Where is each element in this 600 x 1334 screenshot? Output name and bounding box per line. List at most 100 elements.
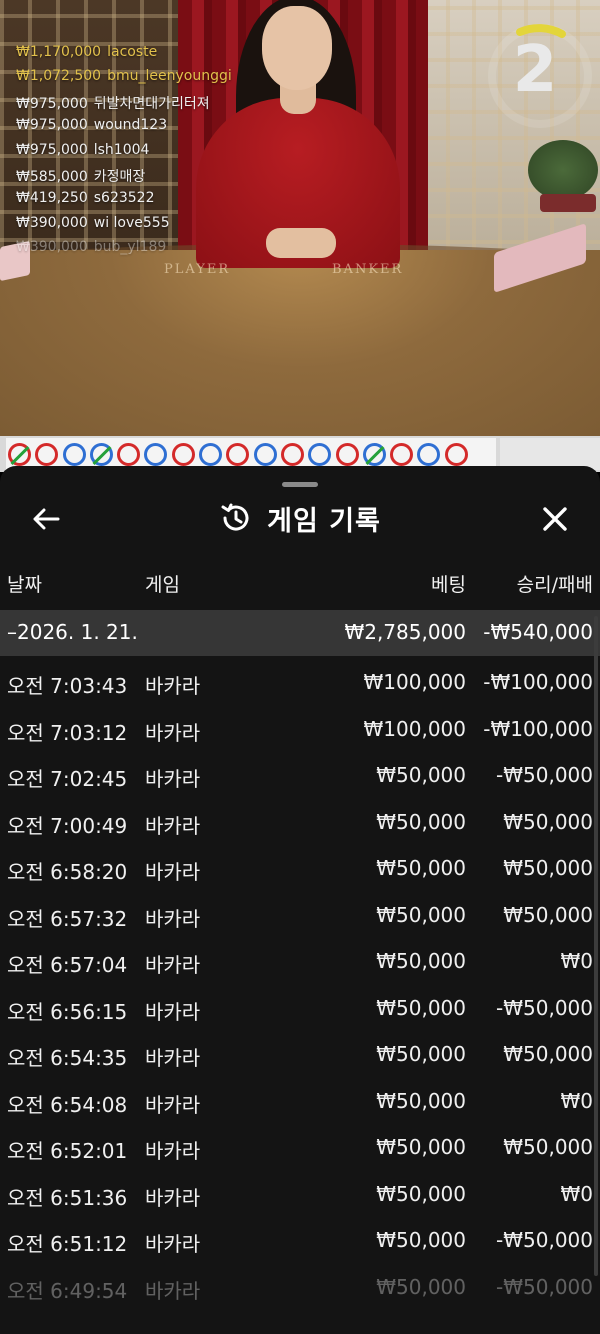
- bet-amount: ₩1,170,000: [16, 44, 102, 60]
- bet-feed-item: ₩1,072,500 bmu_leenyounggi: [16, 68, 232, 92]
- table-row[interactable]: 오전 6:58:20 바카라 ₩50,000 ₩50,000: [0, 846, 600, 893]
- bet-amount: ₩1,072,500: [16, 68, 102, 85]
- row-result: ₩0: [560, 1181, 594, 1206]
- row-bet: ₩50,000: [376, 1274, 466, 1299]
- row-game: 바카라: [145, 813, 201, 838]
- player-bead: [417, 442, 441, 466]
- table-row[interactable]: 오전 6:51:12 바카라 ₩50,000 -₩50,000: [0, 1218, 600, 1265]
- row-time: 오전 6:54:35: [7, 1046, 128, 1070]
- row-game: 바카라: [145, 906, 201, 931]
- page-title: 게임 기록: [267, 505, 381, 537]
- row-bet: ₩50,000: [376, 1042, 466, 1066]
- summary-result-total: -₩540,000: [483, 620, 593, 644]
- bet-feed-item: ₩975,000 lsh1004: [16, 142, 232, 166]
- bonsai-plant: [528, 140, 598, 200]
- drag-handle[interactable]: [282, 482, 318, 487]
- row-game: 바카라: [145, 1185, 201, 1210]
- close-button[interactable]: [536, 500, 574, 538]
- bet-amount: ₩975,000: [16, 117, 88, 134]
- column-header-bet[interactable]: 베팅: [431, 570, 466, 597]
- row-time: 오전 6:51:12: [7, 1232, 128, 1256]
- bet-amount: ₩585,000: [16, 168, 88, 185]
- row-bet: ₩50,000: [376, 949, 466, 973]
- row-bet: ₩50,000: [376, 1181, 466, 1206]
- row-time: 오전 7:02:45: [7, 767, 128, 791]
- row-result: ₩50,000: [503, 902, 593, 927]
- table-row[interactable]: 오전 6:57:04 바카라 ₩50,000 ₩0: [0, 939, 600, 986]
- table-row[interactable]: 오전 7:03:43 바카라 ₩100,000 -₩100,000: [0, 660, 600, 707]
- banker-bead: [335, 442, 359, 466]
- bet-user: 카정매장: [93, 168, 146, 185]
- bet-user: s623522: [93, 190, 155, 207]
- table-row[interactable]: 오전 7:02:45 바카라 ₩50,000 -₩50,000: [0, 753, 600, 800]
- column-header-game[interactable]: 게임: [145, 570, 180, 597]
- scrollbar[interactable]: [594, 616, 598, 1276]
- table-row[interactable]: 오전 6:54:08 바카라 ₩50,000 ₩0: [0, 1079, 600, 1126]
- table-row[interactable]: 오전 6:57:32 바카라 ₩50,000 ₩50,000: [0, 893, 600, 940]
- table-row[interactable]: 오전 6:56:15 바카라 ₩50,000 -₩50,000: [0, 986, 600, 1033]
- player-bead: [308, 442, 332, 466]
- row-time: 오전 6:51:36: [7, 1185, 128, 1210]
- row-time: 오전 6:56:15: [7, 999, 128, 1024]
- bet-feed: ₩1,170,000 lacoste ₩1,072,500 bmu_leenyoung…: [16, 44, 232, 264]
- row-bet: ₩100,000: [363, 716, 466, 741]
- row-game: 바카라: [145, 860, 201, 884]
- table-row[interactable]: 오전 6:54:35 바카라 ₩50,000 ₩50,000: [0, 1032, 600, 1079]
- column-header-result[interactable]: 승리/패배: [517, 570, 593, 597]
- table-row[interactable]: 오전 6:49:54 바카라 ₩50,000 -₩50,000: [0, 1265, 600, 1312]
- countdown-number: 2: [512, 33, 558, 107]
- row-result: ₩0: [560, 1088, 594, 1113]
- row-result: ₩0: [560, 949, 594, 973]
- row-game: 바카라: [145, 720, 201, 745]
- player-bead: [253, 442, 277, 466]
- player-bead: [62, 442, 86, 466]
- row-time: 오전 6:57:32: [7, 906, 128, 931]
- bet-user: wi love555: [93, 214, 170, 231]
- row-time: 오전 6:57:04: [7, 953, 128, 977]
- table-row[interactable]: 오전 6:51:36 바카라 ₩50,000 ₩0: [0, 1172, 600, 1219]
- column-header-date[interactable]: 날짜: [7, 570, 42, 597]
- row-bet: ₩50,000: [376, 1135, 466, 1159]
- banker-bead: [171, 442, 195, 466]
- date-summary-row[interactable]: –2026. 1. 21. ₩2,785,000 -₩540,000: [0, 610, 600, 656]
- game-history-sheet: 게임 기록 날짜 게임 베팅 승리/패배 –2026. 1. 21. ₩2,78…: [0, 466, 600, 1334]
- row-bet: ₩100,000: [363, 670, 466, 694]
- bonsai-pot: [540, 194, 596, 212]
- row-time: 오전 6:52:01: [7, 1139, 128, 1163]
- live-video[interactable]: PLAYER BANKER 2 ₩1,170,000 lacoste ₩1,072,…: [0, 0, 600, 436]
- bet-amount: ₩975,000: [16, 141, 88, 158]
- felt-player-label: PLAYER: [164, 262, 231, 277]
- row-result: ₩50,000: [503, 809, 593, 834]
- row-result: -₩50,000: [496, 1228, 593, 1252]
- row-bet: ₩50,000: [376, 809, 466, 834]
- bet-user: lsh1004: [93, 141, 150, 158]
- bet-feed-item: ₩975,000 뒤발차면대가리터져: [16, 93, 232, 117]
- row-result: -₩50,000: [496, 995, 593, 1020]
- bet-user: bub_yl189: [93, 239, 167, 256]
- row-game: 바카라: [145, 767, 201, 791]
- row-game: 바카라: [145, 1232, 201, 1256]
- row-bet: ₩50,000: [376, 1088, 466, 1113]
- felt-banker-label: BANKER: [332, 262, 404, 277]
- bet-user: 뒤발차면대가리터져: [93, 95, 210, 112]
- banker-bead: [226, 442, 250, 466]
- row-game: 바카라: [145, 1092, 201, 1117]
- bet-feed-item: ₩975,000 wound123: [16, 117, 232, 141]
- row-bet: ₩50,000: [376, 1228, 466, 1252]
- bet-feed-item: ₩390,000 wi love555: [16, 215, 232, 239]
- close-icon: [543, 507, 567, 531]
- bet-feed-item: ₩390,000 bub_yl189: [16, 239, 232, 263]
- table-row[interactable]: 오전 7:00:49 바카라 ₩50,000 ₩50,000: [0, 800, 600, 847]
- bet-user: wound123: [93, 117, 168, 134]
- bet-amount: ₩975,000: [16, 95, 88, 112]
- banker-bead: [117, 442, 141, 466]
- banker-bead: [280, 442, 304, 466]
- row-bet: ₩50,000: [376, 856, 466, 880]
- table-row[interactable]: 오전 6:52:01 바카라 ₩50,000 ₩50,000: [0, 1125, 600, 1172]
- row-game: 바카라: [145, 1046, 201, 1070]
- table-row[interactable]: 오전 7:03:12 바카라 ₩100,000 -₩100,000: [0, 707, 600, 754]
- dealer-hands: [266, 228, 336, 258]
- row-result: -₩100,000: [483, 670, 593, 694]
- row-result: -₩50,000: [496, 763, 593, 787]
- row-time: 오전 6:58:20: [7, 860, 128, 884]
